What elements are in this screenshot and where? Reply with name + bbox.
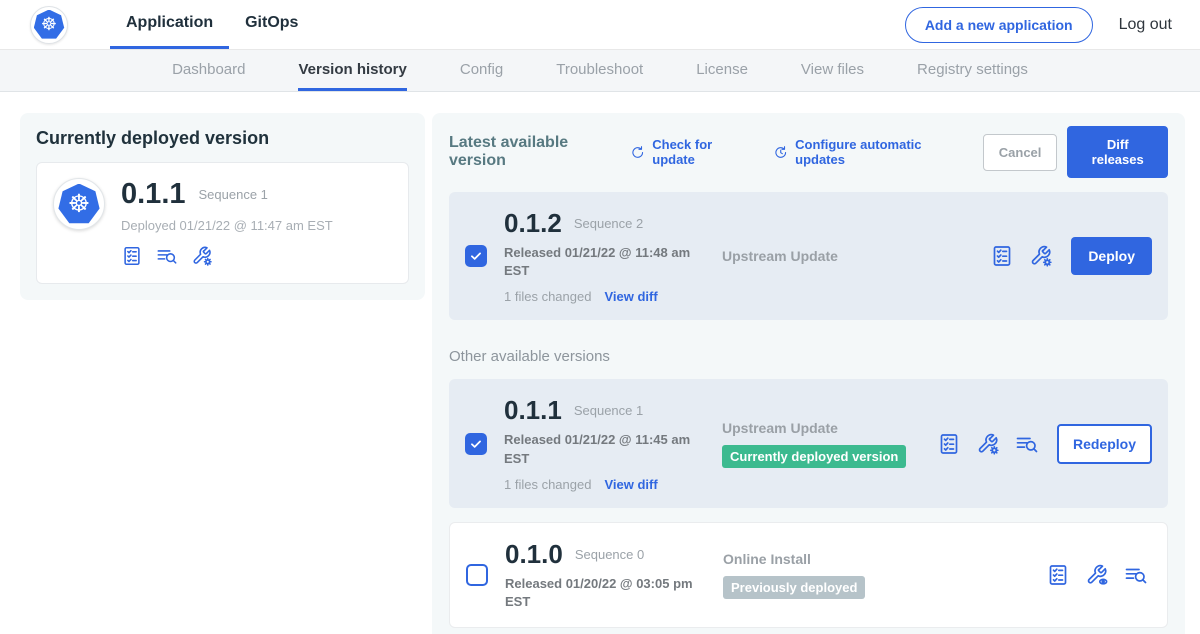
view-logs-icon[interactable]	[1124, 563, 1148, 587]
release-card-0-1-2: 0.1.2 Sequence 2 Released 01/21/22 @ 11:…	[449, 192, 1168, 320]
top-nav-bar: ☸ Application GitOps Add a new applicati…	[0, 0, 1200, 50]
release-actions	[937, 432, 1039, 456]
release-version-info: 0.1.1 Sequence 1 Released 01/21/22 @ 11:…	[504, 395, 722, 491]
other-versions-title: Other available versions	[449, 348, 1168, 365]
subnav-tab-license[interactable]: License	[696, 50, 748, 91]
available-versions-panel: Latest available version Check for updat…	[432, 113, 1185, 634]
preflight-checks-icon[interactable]	[121, 245, 143, 267]
kubernetes-logo-icon: ☸	[34, 10, 65, 40]
preflight-checks-icon[interactable]	[990, 244, 1014, 268]
release-source-info: Upstream Update	[722, 248, 990, 264]
add-new-application-button[interactable]: Add a new application	[905, 7, 1093, 43]
subnav-tab-dashboard[interactable]: Dashboard	[172, 50, 245, 91]
release-version-number: 0.1.0	[505, 539, 563, 570]
release-timestamp: Released 01/21/22 @ 11:48 am EST	[504, 244, 704, 280]
currently-deployed-panel: Currently deployed version ☸ 0.1.1 Seque…	[20, 113, 425, 300]
checkmark-icon	[469, 437, 483, 451]
view-config-icon[interactable]	[1085, 563, 1109, 587]
checkmark-icon	[469, 249, 483, 263]
deployed-version-card: ☸ 0.1.1 Sequence 1 Deployed 01/21/22 @ 1…	[36, 162, 409, 284]
release-timestamp: Released 01/21/22 @ 11:45 am EST	[504, 431, 704, 467]
refresh-icon	[630, 144, 645, 161]
release-version-info: 0.1.0 Sequence 0 Released 01/20/22 @ 03:…	[505, 539, 723, 611]
subnav-tab-troubleshoot[interactable]: Troubleshoot	[556, 50, 643, 91]
deployed-version-details: 0.1.1 Sequence 1 Deployed 01/21/22 @ 11:…	[121, 178, 333, 267]
release-actions	[1046, 563, 1148, 587]
tab-application[interactable]: Application	[110, 0, 229, 49]
latest-version-title: Latest available version	[449, 134, 614, 170]
release-source-info: Online Install Previously deployed	[723, 551, 1046, 599]
tab-gitops[interactable]: GitOps	[229, 0, 314, 49]
diff-releases-button[interactable]: Diff releases	[1067, 126, 1168, 178]
previously-deployed-badge: Previously deployed	[723, 576, 865, 599]
configure-auto-updates-label: Configure automatic updates	[795, 137, 959, 167]
files-changed-label: 1 files changed	[504, 289, 591, 304]
deploy-button[interactable]: Deploy	[1071, 237, 1152, 275]
kubernetes-app-icon: ☸	[58, 184, 100, 225]
configure-auto-updates-link[interactable]: Configure automatic updates	[773, 137, 959, 167]
preflight-checks-icon[interactable]	[1046, 563, 1070, 587]
view-diff-link[interactable]: View diff	[604, 289, 657, 304]
deployed-sequence-label: Sequence 1	[199, 187, 268, 202]
release-sequence-label: Sequence 0	[575, 547, 644, 562]
subnav-tab-version-history[interactable]: Version history	[298, 50, 406, 91]
release-checkbox[interactable]	[465, 433, 487, 455]
release-timestamp: Released 01/20/22 @ 03:05 pm EST	[505, 575, 705, 611]
preflight-checks-icon[interactable]	[937, 432, 961, 456]
release-card-0-1-1: 0.1.1 Sequence 1 Released 01/21/22 @ 11:…	[449, 379, 1168, 507]
cancel-button[interactable]: Cancel	[983, 134, 1058, 171]
app-icon-badge: ☸	[53, 178, 105, 230]
view-diff-link[interactable]: View diff	[604, 477, 657, 492]
auto-update-icon	[773, 144, 788, 161]
view-logs-icon[interactable]	[1015, 432, 1039, 456]
view-logs-icon[interactable]	[156, 245, 178, 267]
check-for-update-label: Check for update	[652, 137, 748, 167]
files-changed-label: 1 files changed	[504, 477, 591, 492]
redeploy-button[interactable]: Redeploy	[1057, 424, 1152, 464]
edit-config-icon[interactable]	[1029, 244, 1053, 268]
release-source-label: Upstream Update	[722, 420, 937, 436]
edit-config-icon[interactable]	[976, 432, 1000, 456]
version-history-page: Currently deployed version ☸ 0.1.1 Seque…	[0, 92, 1200, 634]
release-card-0-1-0: 0.1.0 Sequence 0 Released 01/20/22 @ 03:…	[449, 522, 1168, 628]
release-sequence-label: Sequence 2	[574, 216, 643, 231]
check-for-update-link[interactable]: Check for update	[630, 137, 749, 167]
release-checkbox[interactable]	[465, 245, 487, 267]
subnav-tab-view-files[interactable]: View files	[801, 50, 864, 91]
release-version-number: 0.1.2	[504, 208, 562, 239]
currently-deployed-title: Currently deployed version	[36, 128, 409, 149]
latest-version-header: Latest available version Check for updat…	[449, 126, 1168, 178]
release-source-info: Upstream Update Currently deployed versi…	[722, 420, 937, 468]
release-source-label: Online Install	[723, 551, 1046, 567]
release-checkbox[interactable]	[466, 564, 488, 586]
release-sequence-label: Sequence 1	[574, 403, 643, 418]
release-version-number: 0.1.1	[504, 395, 562, 426]
release-version-info: 0.1.2 Sequence 2 Released 01/21/22 @ 11:…	[504, 208, 722, 304]
deployed-timestamp: Deployed 01/21/22 @ 11:47 am EST	[121, 218, 333, 233]
subnav-tab-config[interactable]: Config	[460, 50, 503, 91]
deployed-version-actions	[121, 245, 333, 267]
release-actions	[990, 244, 1053, 268]
edit-config-icon[interactable]	[191, 245, 213, 267]
subnav-tab-registry-settings[interactable]: Registry settings	[917, 50, 1028, 91]
top-tabs: Application GitOps	[110, 0, 314, 49]
topbar-right: Add a new application Log out	[905, 7, 1172, 43]
currently-deployed-badge: Currently deployed version	[722, 445, 906, 468]
release-source-label: Upstream Update	[722, 248, 990, 264]
deployed-version-number: 0.1.1	[121, 178, 186, 211]
app-logo: ☸	[30, 6, 68, 44]
logout-link[interactable]: Log out	[1119, 16, 1172, 34]
app-sub-nav: Dashboard Version history Config Trouble…	[0, 50, 1200, 92]
